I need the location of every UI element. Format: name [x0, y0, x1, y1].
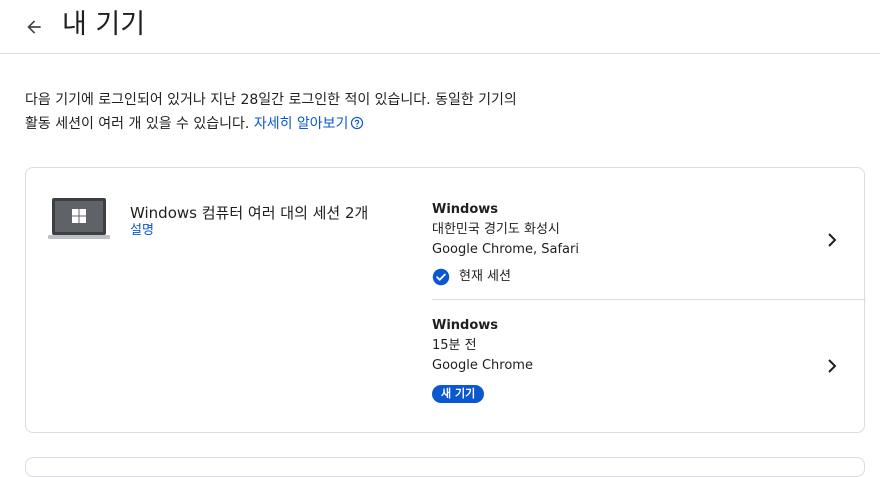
help-circle-icon [351, 116, 364, 130]
session-location: 대한민국 경기도 화성시 [432, 222, 560, 237]
windows-laptop-icon [48, 198, 110, 239]
session-item[interactable]: Windows 대한민국 경기도 화성시 Google Chrome, Safa… [432, 168, 866, 299]
arrow-back-icon [27, 20, 41, 34]
chevron-right-icon [828, 359, 837, 373]
description-line-1: 다음 기기에 로그인되어 있거나 지난 28일간 로그인한 적이 있습니다. 동… [25, 92, 517, 108]
learn-more-link[interactable]: 자세히 알아보기 [254, 116, 365, 132]
page-title: 내 기기 [62, 9, 146, 40]
current-session-label: 현재 세션 [459, 269, 511, 284]
session-item[interactable]: Windows 15분 전 Google Chrome 새 기기 [432, 299, 866, 434]
description-line-2: 활동 세션이 여러 개 있을 수 있습니다. [25, 116, 254, 132]
new-device-badge: 새 기기 [432, 385, 485, 403]
session-time: 15분 전 [432, 338, 477, 353]
session-os: Windows [432, 202, 499, 217]
back-button[interactable] [20, 13, 48, 41]
description: 다음 기기에 로그인되어 있거나 지난 28일간 로그인한 적이 있습니다. 동… [25, 88, 605, 136]
session-browsers: Google Chrome, Safari [432, 242, 579, 257]
next-device-card [25, 457, 865, 477]
current-session-indicator: 현재 세션 [432, 268, 511, 286]
device-group-title: Windows 컴퓨터 여러 대의 세션 2개 [130, 204, 369, 222]
learn-more-label: 자세히 알아보기 [253, 116, 349, 132]
device-card: Windows 컴퓨터 여러 대의 세션 2개 설명 Windows 대한민국 … [25, 167, 866, 434]
session-browsers: Google Chrome [432, 358, 533, 373]
chevron-right-icon [828, 233, 837, 247]
device-group-explain-link[interactable]: 설명 [130, 222, 154, 240]
check-circle-icon [432, 268, 450, 286]
page-header: 내 기기 [0, 0, 880, 54]
session-os: Windows [432, 318, 499, 333]
